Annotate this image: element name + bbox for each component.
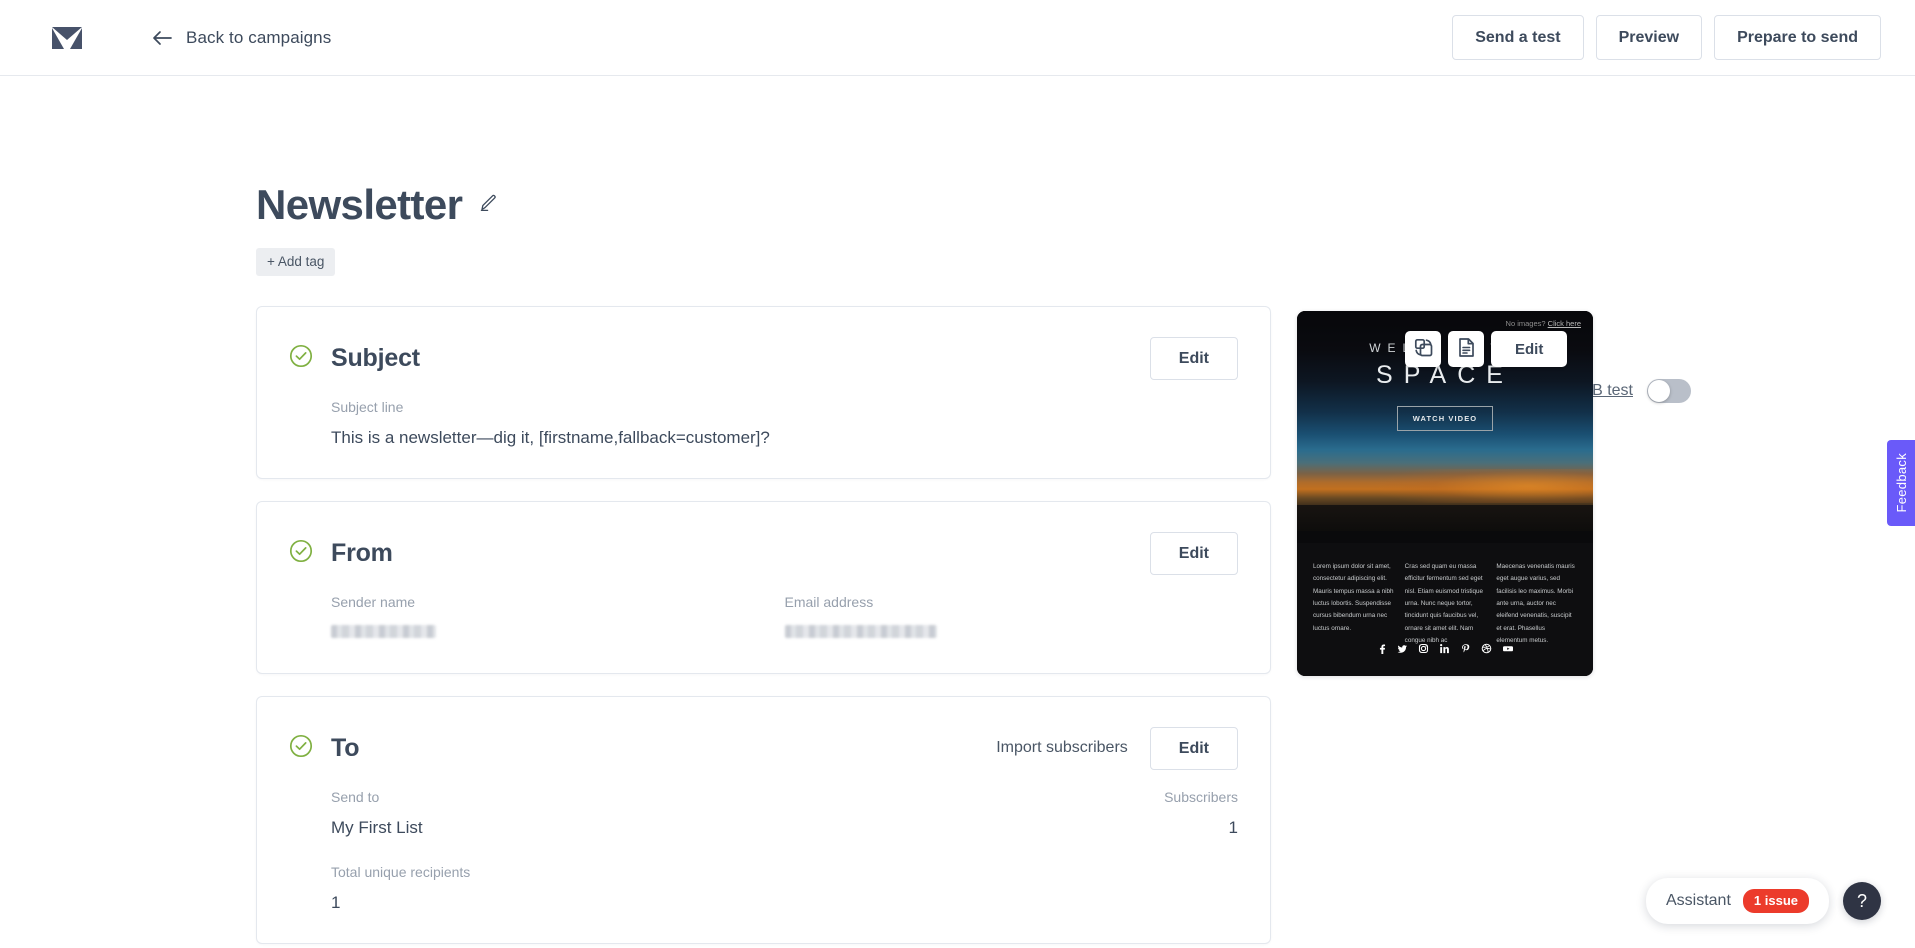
from-card: From Edit Sender name Email address [256, 501, 1271, 675]
watch-video-button[interactable]: WATCH VIDEO [1396, 406, 1494, 432]
redacted-email-address [784, 625, 937, 639]
assistant-widget: Assistant 1 issue ? [1645, 878, 1881, 924]
issue-count-badge: 1 issue [1742, 889, 1809, 913]
feedback-label: Feedback [1893, 453, 1909, 513]
edit-from-button[interactable]: Edit [1149, 531, 1238, 575]
subscribers-value: 1 [1228, 818, 1238, 838]
back-to-campaigns-label: Back to campaigns [186, 27, 332, 47]
tag-row: + Add tag [256, 248, 1915, 277]
send-a-test-button[interactable]: Send a test [1452, 14, 1584, 61]
redacted-sender-name [331, 625, 436, 639]
to-card: To Import subscribers Edit Send to Subsc… [256, 696, 1271, 945]
youtube-icon[interactable] [1502, 643, 1514, 654]
preview-column-3: Maecenas venenatis mauris eget augue var… [1496, 563, 1575, 644]
email-address-label: Email address [784, 594, 874, 611]
total-recipients-value: 1 [331, 893, 341, 913]
pinterest-icon[interactable] [1460, 643, 1471, 654]
hero-ground [1297, 505, 1593, 532]
sender-name-field: Sender name [331, 594, 785, 643]
help-button[interactable]: ? [1843, 882, 1881, 921]
to-card-body: Send to Subscribers My First List 1 Tota… [289, 773, 1238, 913]
twitter-icon[interactable] [1397, 643, 1408, 654]
edit-to-button[interactable]: Edit [1149, 726, 1238, 770]
subject-line-label: Subject line [331, 399, 404, 416]
pencil-icon[interactable] [478, 192, 500, 219]
sender-name-label: Sender name [331, 594, 416, 611]
send-to-value: My First List [331, 818, 423, 838]
add-tag-button[interactable]: + Add tag [256, 248, 336, 277]
linkedin-icon[interactable] [1439, 643, 1450, 654]
page-title: Newsletter [256, 181, 463, 228]
preview-column-1: Lorem ipsum dolor sit amet, consectetur … [1313, 563, 1394, 632]
topbar-actions: Send a test Preview Prepare to send [1452, 14, 1881, 61]
total-recipients-label: Total unique recipients [331, 864, 471, 881]
subscribers-label: Subscribers [1164, 789, 1238, 806]
dribbble-icon[interactable] [1481, 643, 1492, 654]
assistant-button[interactable]: Assistant 1 issue [1645, 878, 1829, 924]
sender-name-value [331, 623, 785, 643]
subject-card-title: Subject [331, 343, 420, 372]
from-card-body: Sender name Email address [289, 578, 1238, 643]
campaign-summary-page: Newsletter + Add tag A/B test Subject Ed… [0, 184, 1915, 948]
back-to-campaigns-link[interactable]: Back to campaigns [152, 28, 331, 48]
send-to-values-row: My First List 1 [331, 818, 1238, 838]
subject-card-header: Subject Edit [289, 333, 1238, 383]
edit-content-button[interactable]: Edit [1491, 331, 1568, 368]
to-card-header: To Import subscribers Edit [289, 723, 1238, 773]
to-card-actions: Import subscribers Edit [996, 726, 1238, 770]
subject-line-field: Subject line This is a newsletter—dig it… [331, 399, 1238, 448]
feedback-tab[interactable]: Feedback [1887, 440, 1915, 526]
edit-subject-button[interactable]: Edit [1149, 336, 1238, 380]
preview-column-2: Cras sed quam eu massa efficitur ferment… [1404, 563, 1484, 644]
from-card-header: From Edit [289, 528, 1238, 578]
from-card-title: From [331, 538, 393, 567]
preview-overlay-toolbar: Edit [1405, 331, 1568, 368]
assistant-label: Assistant [1665, 892, 1731, 910]
import-subscribers-link[interactable]: Import subscribers [996, 739, 1128, 757]
subject-card-body: Subject line This is a newsletter—dig it… [289, 383, 1238, 448]
document-icon-button[interactable] [1448, 331, 1484, 368]
toggle-knob [1648, 380, 1670, 402]
no-images-text: No images? [1505, 319, 1546, 329]
from-card-actions: Edit [1149, 531, 1238, 575]
no-images-link[interactable]: Click here [1548, 319, 1581, 328]
instagram-icon[interactable] [1418, 643, 1429, 654]
ab-test-control: A/B test [1577, 379, 1691, 403]
page-title-row: Newsletter [256, 184, 1915, 226]
duplicate-layers-icon [1413, 337, 1434, 361]
social-icons-row [1297, 643, 1593, 655]
email-address-field: Email address [784, 594, 1239, 643]
check-circle-icon [289, 734, 313, 763]
ab-test-toggle[interactable] [1647, 379, 1691, 403]
email-address-value [784, 623, 1239, 643]
no-images-notice: No images? Click here [1506, 319, 1581, 328]
subject-card-actions: Edit [1149, 336, 1238, 380]
preview-button[interactable]: Preview [1595, 14, 1703, 61]
from-fields: Sender name Email address [331, 594, 1238, 643]
send-to-label: Send to [331, 789, 380, 806]
arrow-left-icon [152, 30, 172, 46]
facebook-icon[interactable] [1376, 643, 1387, 655]
duplicate-layers-icon-button[interactable] [1405, 331, 1441, 368]
envelope-logo-icon[interactable] [52, 26, 82, 49]
preview-text-columns: Lorem ipsum dolor sit amet, consectetur … [1313, 561, 1577, 647]
document-icon [1457, 337, 1476, 361]
check-circle-icon [289, 539, 313, 568]
prepare-to-send-button[interactable]: Prepare to send [1714, 14, 1881, 61]
send-to-labels-row: Send to Subscribers [331, 789, 1238, 818]
subject-line-value: This is a newsletter—dig it, [firstname,… [331, 428, 770, 448]
preview-body: Lorem ipsum dolor sit amet, consectetur … [1297, 543, 1593, 677]
email-preview-panel[interactable]: No images? Click here WELCOME TO SPACE W… [1297, 311, 1593, 677]
top-navigation-bar: Back to campaigns Send a test Preview Pr… [0, 0, 1915, 76]
total-recipients-field: Total unique recipients 1 [331, 864, 1238, 913]
check-circle-icon [289, 344, 313, 373]
campaign-cards-column: Subject Edit Subject line This is a news… [256, 306, 1271, 948]
to-card-title: To [331, 733, 360, 762]
subject-card: Subject Edit Subject line This is a news… [256, 306, 1271, 480]
send-to-field: Send to Subscribers My First List 1 [331, 789, 1238, 838]
